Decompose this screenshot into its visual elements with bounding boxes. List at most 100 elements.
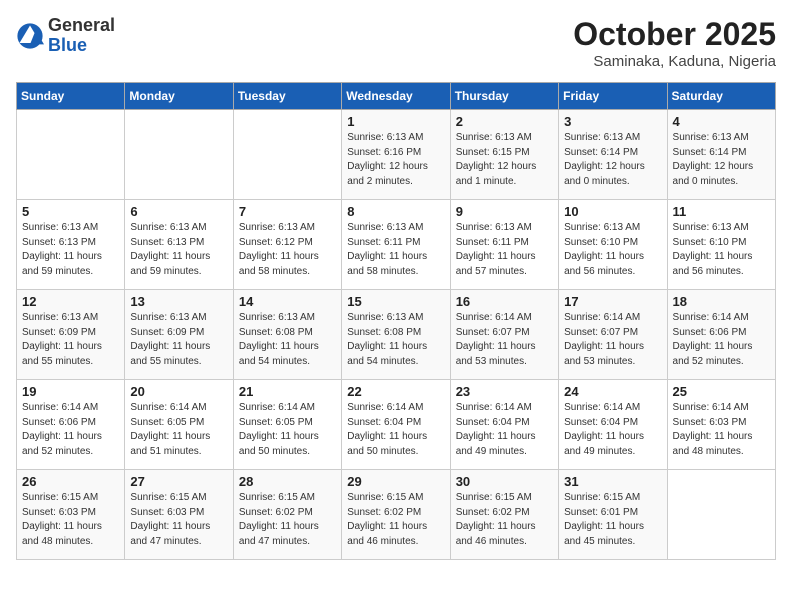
- day-number: 19: [22, 384, 119, 399]
- day-number: 21: [239, 384, 336, 399]
- day-cell: 31Sunrise: 6:15 AM Sunset: 6:01 PM Dayli…: [559, 470, 667, 560]
- day-info: Sunrise: 6:13 AM Sunset: 6:13 PM Dayligh…: [22, 221, 119, 279]
- day-number: 26: [22, 474, 119, 489]
- day-number: 14: [239, 294, 336, 309]
- day-info: Sunrise: 6:14 AM Sunset: 6:05 PM Dayligh…: [239, 401, 336, 459]
- day-cell: 9 Sunrise: 6:13 AM Sunset: 6:11 PM Daylig…: [450, 200, 558, 290]
- day-number: 20: [130, 384, 227, 399]
- calendar: SundayMondayTuesdayWednesdayThursdayFrid…: [16, 82, 776, 560]
- day-cell: 30Sunrise: 6:15 AM Sunset: 6:02 PM Dayli…: [450, 470, 558, 560]
- logo-blue: Blue: [48, 35, 87, 55]
- day-info: Sunrise: 6:13 AM Sunset: 6:11 PM Dayligh…: [347, 221, 444, 279]
- weekday-monday: Monday: [125, 83, 233, 110]
- day-cell: [667, 470, 775, 560]
- day-number: 17: [564, 294, 661, 309]
- day-number: 27: [130, 474, 227, 489]
- day-info: Sunrise: 6:14 AM Sunset: 6:07 PM Dayligh…: [564, 311, 661, 369]
- weekday-row: SundayMondayTuesdayWednesdayThursdayFrid…: [17, 83, 776, 110]
- day-info: Sunrise: 6:13 AM Sunset: 6:09 PM Dayligh…: [130, 311, 227, 369]
- day-info: Sunrise: 6:14 AM Sunset: 6:07 PM Dayligh…: [456, 311, 553, 369]
- day-info: Sunrise: 6:15 AM Sunset: 6:02 PM Dayligh…: [239, 491, 336, 549]
- week-row-5: 26 Sunrise: 6:15 AM Sunset: 6:03 PM Dayli…: [17, 470, 776, 560]
- day-info: Sunrise: 6:15 AM Sunset: 6:02 PM Dayligh…: [456, 491, 553, 549]
- day-number: 12: [22, 294, 119, 309]
- day-info: Sunrise: 6:14 AM Sunset: 6:06 PM Dayligh…: [673, 311, 770, 369]
- logo-icon: [16, 22, 44, 50]
- weekday-saturday: Saturday: [667, 83, 775, 110]
- day-cell: 2 Sunrise: 6:13 AM Sunset: 6:15 PM Daylig…: [450, 110, 558, 200]
- day-info: Sunrise: 6:13 AM Sunset: 6:15 PM Dayligh…: [456, 131, 553, 189]
- day-number: 25: [673, 384, 770, 399]
- page-header: General Blue October 2025 Saminaka, Kadu…: [16, 16, 776, 70]
- week-row-2: 5 Sunrise: 6:13 AM Sunset: 6:13 PM Daylig…: [17, 200, 776, 290]
- logo-text: General Blue: [48, 16, 115, 56]
- day-cell: [17, 110, 125, 200]
- day-cell: 14 Sunrise: 6:13 AM Sunset: 6:08 PM Dayli…: [233, 290, 341, 380]
- calendar-body: 1Sunrise: 6:13 AM Sunset: 6:16 PM Daylig…: [17, 110, 776, 560]
- day-info: Sunrise: 6:13 AM Sunset: 6:10 PM Dayligh…: [673, 221, 770, 279]
- calendar-header: SundayMondayTuesdayWednesdayThursdayFrid…: [17, 83, 776, 110]
- day-cell: 10Sunrise: 6:13 AM Sunset: 6:10 PM Dayli…: [559, 200, 667, 290]
- day-cell: 16Sunrise: 6:14 AM Sunset: 6:07 PM Dayli…: [450, 290, 558, 380]
- day-cell: 24Sunrise: 6:14 AM Sunset: 6:04 PM Dayli…: [559, 380, 667, 470]
- day-cell: 15 Sunrise: 6:13 AM Sunset: 6:08 PM Dayli…: [342, 290, 450, 380]
- day-cell: 19 Sunrise: 6:14 AM Sunset: 6:06 PM Dayli…: [17, 380, 125, 470]
- day-cell: 5 Sunrise: 6:13 AM Sunset: 6:13 PM Daylig…: [17, 200, 125, 290]
- day-cell: 23Sunrise: 6:14 AM Sunset: 6:04 PM Dayli…: [450, 380, 558, 470]
- day-cell: 7 Sunrise: 6:13 AM Sunset: 6:12 PM Daylig…: [233, 200, 341, 290]
- logo-general: General: [48, 15, 115, 35]
- week-row-4: 19 Sunrise: 6:14 AM Sunset: 6:06 PM Dayli…: [17, 380, 776, 470]
- day-info: Sunrise: 6:13 AM Sunset: 6:14 PM Dayligh…: [673, 131, 770, 189]
- weekday-friday: Friday: [559, 83, 667, 110]
- day-info: Sunrise: 6:13 AM Sunset: 6:13 PM Dayligh…: [130, 221, 227, 279]
- day-number: 7: [239, 204, 336, 219]
- day-number: 15: [347, 294, 444, 309]
- day-number: 2: [456, 114, 553, 129]
- day-number: 9: [456, 204, 553, 219]
- day-number: 3: [564, 114, 661, 129]
- day-cell: 12Sunrise: 6:13 AM Sunset: 6:09 PM Dayli…: [17, 290, 125, 380]
- day-info: Sunrise: 6:15 AM Sunset: 6:02 PM Dayligh…: [347, 491, 444, 549]
- day-cell: 13Sunrise: 6:13 AM Sunset: 6:09 PM Dayli…: [125, 290, 233, 380]
- day-cell: 27 Sunrise: 6:15 AM Sunset: 6:03 PM Dayli…: [125, 470, 233, 560]
- week-row-3: 12 Sunrise: 6:13 AM Sunset: 6:09 PM Dayli…: [17, 290, 776, 380]
- day-info: Sunrise: 6:13 AM Sunset: 6:12 PM Dayligh…: [239, 221, 336, 279]
- day-cell: 11Sunrise: 6:13 AM Sunset: 6:10 PM Dayli…: [667, 200, 775, 290]
- day-number: 29: [347, 474, 444, 489]
- week-row-1: 1Sunrise: 6:13 AM Sunset: 6:16 PM Daylig…: [17, 110, 776, 200]
- day-number: 4: [673, 114, 770, 129]
- day-cell: 3Sunrise: 6:13 AM Sunset: 6:14 PM Daylig…: [559, 110, 667, 200]
- day-number: 8: [347, 204, 444, 219]
- weekday-tuesday: Tuesday: [233, 83, 341, 110]
- day-info: Sunrise: 6:14 AM Sunset: 6:05 PM Dayligh…: [130, 401, 227, 459]
- day-number: 1: [347, 114, 444, 129]
- location: Saminaka, Kaduna, Nigeria: [573, 53, 776, 70]
- day-cell: 8 Sunrise: 6:13 AM Sunset: 6:11 PM Daylig…: [342, 200, 450, 290]
- day-info: Sunrise: 6:13 AM Sunset: 6:08 PM Dayligh…: [347, 311, 444, 369]
- day-info: Sunrise: 6:15 AM Sunset: 6:03 PM Dayligh…: [130, 491, 227, 549]
- day-cell: 4 Sunrise: 6:13 AM Sunset: 6:14 PM Daylig…: [667, 110, 775, 200]
- day-cell: 25 Sunrise: 6:14 AM Sunset: 6:03 PM Dayli…: [667, 380, 775, 470]
- day-info: Sunrise: 6:13 AM Sunset: 6:08 PM Dayligh…: [239, 311, 336, 369]
- day-number: 28: [239, 474, 336, 489]
- day-info: Sunrise: 6:14 AM Sunset: 6:06 PM Dayligh…: [22, 401, 119, 459]
- month-title: October 2025: [573, 16, 776, 53]
- day-cell: 21 Sunrise: 6:14 AM Sunset: 6:05 PM Dayli…: [233, 380, 341, 470]
- weekday-sunday: Sunday: [17, 83, 125, 110]
- day-info: Sunrise: 6:14 AM Sunset: 6:04 PM Dayligh…: [564, 401, 661, 459]
- day-info: Sunrise: 6:13 AM Sunset: 6:10 PM Dayligh…: [564, 221, 661, 279]
- day-info: Sunrise: 6:13 AM Sunset: 6:11 PM Dayligh…: [456, 221, 553, 279]
- day-cell: 26Sunrise: 6:15 AM Sunset: 6:03 PM Dayli…: [17, 470, 125, 560]
- day-cell: 17 Sunrise: 6:14 AM Sunset: 6:07 PM Dayli…: [559, 290, 667, 380]
- day-cell: 28 Sunrise: 6:15 AM Sunset: 6:02 PM Dayli…: [233, 470, 341, 560]
- title-block: October 2025 Saminaka, Kaduna, Nigeria: [573, 16, 776, 70]
- day-info: Sunrise: 6:14 AM Sunset: 6:04 PM Dayligh…: [456, 401, 553, 459]
- day-cell: 1Sunrise: 6:13 AM Sunset: 6:16 PM Daylig…: [342, 110, 450, 200]
- day-number: 5: [22, 204, 119, 219]
- day-info: Sunrise: 6:14 AM Sunset: 6:04 PM Dayligh…: [347, 401, 444, 459]
- weekday-thursday: Thursday: [450, 83, 558, 110]
- day-cell: [233, 110, 341, 200]
- day-number: 18: [673, 294, 770, 309]
- day-cell: 18 Sunrise: 6:14 AM Sunset: 6:06 PM Dayli…: [667, 290, 775, 380]
- day-info: Sunrise: 6:14 AM Sunset: 6:03 PM Dayligh…: [673, 401, 770, 459]
